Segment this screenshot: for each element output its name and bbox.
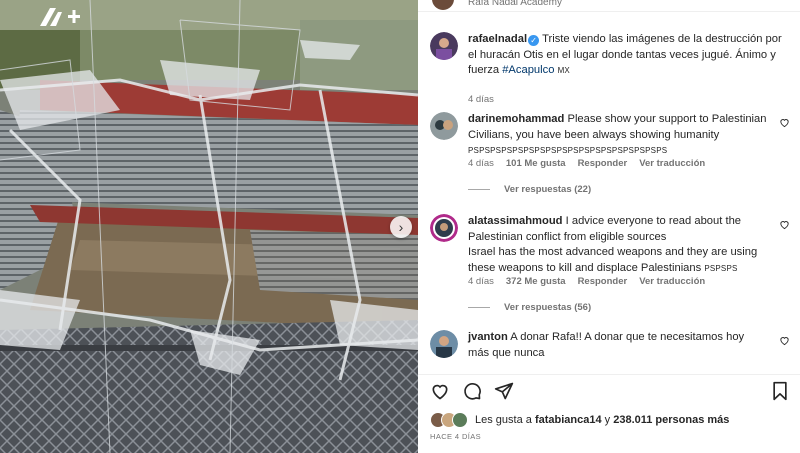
comment-meta: 4 días 101 Me gusta Responder Ver traducció…	[468, 158, 717, 169]
share-icon[interactable]	[494, 381, 514, 401]
caption-time[interactable]: 4 días	[468, 94, 494, 105]
avatar	[452, 412, 468, 428]
comment-text: A donar Rafa!! A donar que te necesitamo…	[468, 331, 745, 359]
next-arrow-icon: ›	[398, 219, 404, 235]
comment-text-tail: PSPSPS	[704, 263, 738, 273]
channel-logo	[38, 6, 86, 28]
comment-time[interactable]: 4 días	[468, 158, 494, 169]
likes-summary: Les gusta a fatabianca14 y 238.011 perso…	[430, 412, 729, 428]
next-slide-button[interactable]: ›	[390, 216, 412, 238]
heart-icon[interactable]	[430, 381, 450, 401]
divider	[468, 307, 490, 308]
view-replies[interactable]: Ver respuestas (22)	[468, 184, 591, 195]
translate-link[interactable]: Ver traducción	[639, 158, 705, 169]
comment-likes[interactable]: 101 Me gusta	[506, 158, 566, 169]
likes-count-link[interactable]: 238.011 personas más	[613, 414, 729, 426]
avatar[interactable]	[430, 214, 458, 242]
verified-icon: ✓	[528, 35, 540, 46]
comments-list: rafaelnadal ✓ Triste viendo las imágenes d…	[418, 20, 800, 364]
likes-user-link[interactable]: fatabianca14	[535, 414, 602, 426]
post-panel: Rafa Nadal Academy rafaelnadal ✓ Triste vi…	[418, 0, 800, 453]
header-subtitle[interactable]: Rafa Nadal Academy	[468, 0, 562, 8]
caption-meta: 4 días	[468, 94, 506, 105]
likes-middle: y	[601, 414, 614, 426]
divider	[468, 189, 490, 190]
comment-username[interactable]: alatassimahmoud	[468, 215, 563, 227]
translate-link[interactable]: Ver traducción	[639, 276, 705, 287]
stadium-image	[0, 0, 418, 453]
avatar[interactable]	[430, 32, 458, 60]
post-header: Rafa Nadal Academy	[418, 0, 800, 12]
heart-icon[interactable]	[779, 117, 790, 128]
comment-text-tail: PSPSPSPSPSPSPSPSPSPSPSPSPSPSPSPSPSPS	[468, 146, 668, 155]
country-code: MX	[557, 66, 570, 75]
comment-username[interactable]: darinemohammad	[468, 113, 564, 125]
post-media[interactable]: ›	[0, 0, 418, 453]
avatar[interactable]	[432, 0, 454, 10]
caption-username[interactable]: rafaelnadal	[468, 33, 527, 45]
reply-button[interactable]: Responder	[578, 276, 628, 287]
likes-prefix: Les gusta a	[475, 414, 535, 426]
view-replies-label: Ver respuestas (56)	[504, 302, 592, 313]
avatar[interactable]	[430, 112, 458, 140]
view-replies-label: Ver respuestas (22)	[504, 184, 592, 195]
reply-button[interactable]: Responder	[578, 158, 628, 169]
bookmark-icon[interactable]	[770, 381, 790, 401]
post-date[interactable]: HACE 4 DÍAS	[430, 432, 481, 441]
comment-likes[interactable]: 372 Me gusta	[506, 276, 566, 287]
comment-time[interactable]: 4 días	[468, 276, 494, 287]
hashtag-link[interactable]: #Acapulco	[502, 64, 554, 76]
action-bar	[418, 374, 800, 404]
avatar[interactable]	[430, 330, 458, 358]
heart-icon[interactable]	[779, 335, 790, 346]
view-replies[interactable]: Ver respuestas (56)	[468, 302, 591, 313]
comment-username[interactable]: jvanton	[468, 331, 508, 343]
heart-icon[interactable]	[779, 219, 790, 230]
comment-icon[interactable]	[462, 381, 482, 401]
comment-meta: 4 días 372 Me gusta Responder Ver traducció…	[468, 276, 717, 287]
